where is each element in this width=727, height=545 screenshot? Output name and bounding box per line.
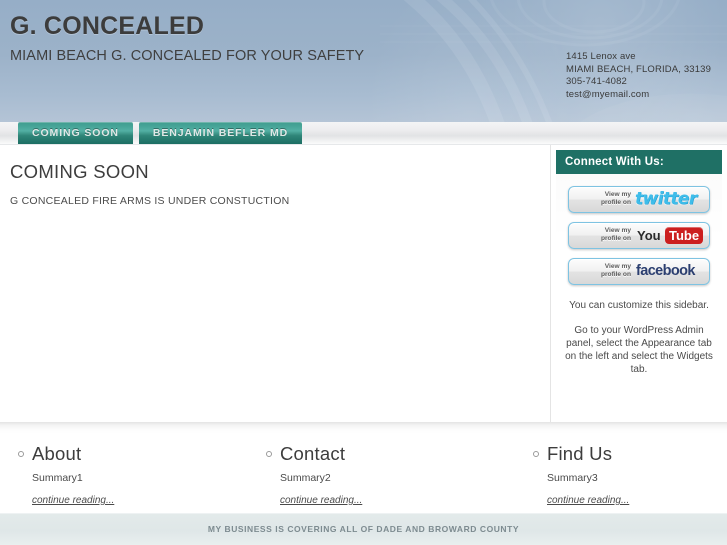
sidebar-note-secondary: Go to your WordPress Admin panel, select… [565,325,713,375]
youtube-profile-badge[interactable]: View my profile on You Tube [568,222,710,249]
sidebar: Connect With Us: View my profile on twit… [556,150,722,386]
footer-column-summary: Summary1 [32,472,83,484]
site-title: G. CONCEALED [10,12,205,40]
footer-continue-reading-link[interactable]: continue reading... [547,495,629,506]
facebook-icon: facebook [636,263,695,279]
footer-column-about-header: About [18,444,240,464]
footer-column-contact: Contact Summary2 continue reading... [258,444,488,508]
youtube-badge-lead: View my profile on [600,227,631,243]
youtube-icon-tube: Tube [665,227,704,244]
post-title: COMING SOON [10,161,149,182]
content-column: COMING SOON G CONCEALED FIRE ARMS IS UND… [0,145,551,422]
bottom-bar: MY BUSINESS IS COVERING ALL OF DADE AND … [0,513,727,545]
sidebar-widget-body: View my profile on twitter View my profi… [556,174,722,386]
content-shadow-divider [0,422,727,434]
footer-column-title: Contact [280,443,346,464]
nav-item-coming-soon[interactable]: COMING SOON [18,122,133,144]
twitter-profile-badge[interactable]: View my profile on twitter [568,186,710,213]
nav-item-benjamin-befler-md[interactable]: BENJAMIN BEFLER MD [138,122,303,144]
bullet-icon [266,451,272,457]
post-body: G CONCEALED FIRE ARMS IS UNDER CONSTUCTI… [10,195,290,207]
site-tagline: MIAMI BEACH G. CONCEALED FOR YOUR SAFETY [10,48,365,64]
contact-street: 1415 Lenox ave [566,51,636,62]
youtube-icon-you: You [637,228,661,243]
twitter-badge-lead: View my profile on [600,191,631,207]
header-contact-block: 1415 Lenox ave MIAMI BEACH, FLORIDA, 331… [566,51,711,101]
contact-city-state-zip: MIAMI BEACH, FLORIDA, 33139 [566,63,712,75]
facebook-badge-lead: View my profile on [600,263,631,279]
footer-column-find-us: Find Us Summary3 continue reading... [525,444,727,508]
footer-column-title: Find Us [547,443,613,464]
sidebar-note-primary: You can customize this sidebar. [569,300,709,311]
bottom-bar-text: MY BUSINESS IS COVERING ALL OF DADE AND … [207,524,520,534]
footer-continue-reading-link[interactable]: continue reading... [32,495,114,506]
footer-column-find-us-header: Find Us [533,444,727,464]
primary-navigation: COMING SOON BENJAMIN BEFLER MD [0,122,727,145]
page-root: G. CONCEALED MIAMI BEACH G. CONCEALED FO… [0,0,727,545]
nav-list: COMING SOON BENJAMIN BEFLER MD [18,122,303,144]
footer-column-title: About [32,443,82,464]
sidebar-widget-title: Connect With Us: [556,150,722,174]
main-area: COMING SOON G CONCEALED FIRE ARMS IS UND… [0,145,727,422]
contact-email: test@myemail.com [566,88,650,100]
bullet-icon [18,451,24,457]
twitter-icon: twitter [635,189,697,209]
footer-column-summary: Summary2 [280,472,331,484]
footer-column-about: About Summary1 continue reading... [10,444,240,508]
site-header: G. CONCEALED MIAMI BEACH G. CONCEALED FO… [0,0,727,122]
footer-continue-reading-link[interactable]: continue reading... [280,495,362,506]
footer-column-contact-header: Contact [266,444,488,464]
facebook-profile-badge[interactable]: View my profile on facebook [568,258,710,285]
footer-columns: About Summary1 continue reading... Conta… [0,434,727,524]
footer-column-summary: Summary3 [547,472,598,484]
bullet-icon [533,451,539,457]
contact-phone: 305-741-4082 [566,76,627,88]
